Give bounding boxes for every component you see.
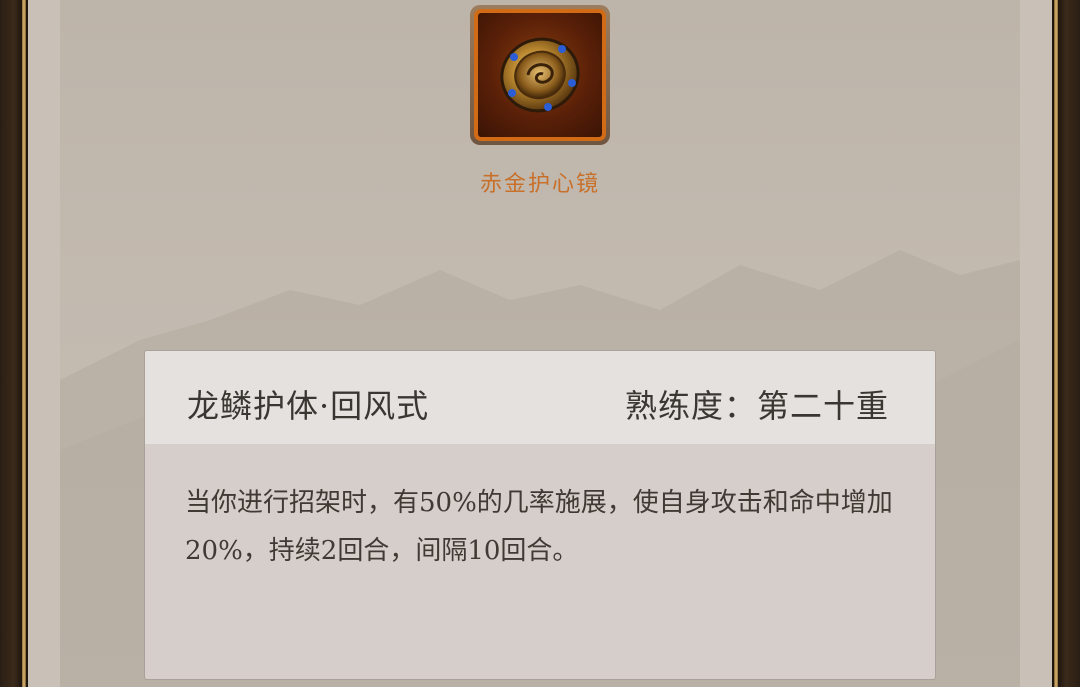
skill-description: 当你进行招架时，有50%的几率施展，使自身攻击和命中增加20%，持续2回合，间隔… bbox=[185, 488, 893, 566]
proficiency-label: 熟练度： bbox=[624, 387, 757, 425]
frame-gold-border-left bbox=[22, 0, 26, 687]
frame-gold-border-right bbox=[1054, 0, 1058, 687]
item-name: 赤金护心镜 bbox=[479, 172, 600, 197]
skill-card-header: 龙鳞护体·回风式 熟练度：第二十重 bbox=[145, 351, 935, 444]
skill-proficiency: 熟练度：第二十重 bbox=[625, 381, 889, 427]
proficiency-value: 第二十重 bbox=[756, 387, 889, 425]
item-icon-frame bbox=[474, 9, 606, 141]
item-icon-slot[interactable] bbox=[470, 5, 610, 145]
skill-card: 龙鳞护体·回风式 熟练度：第二十重 当你进行招架时，有50%的几率施展，使自身攻… bbox=[144, 350, 936, 680]
skill-name: 龙鳞护体·回风式 bbox=[187, 387, 430, 425]
gold-heart-mirror-icon bbox=[500, 37, 580, 113]
